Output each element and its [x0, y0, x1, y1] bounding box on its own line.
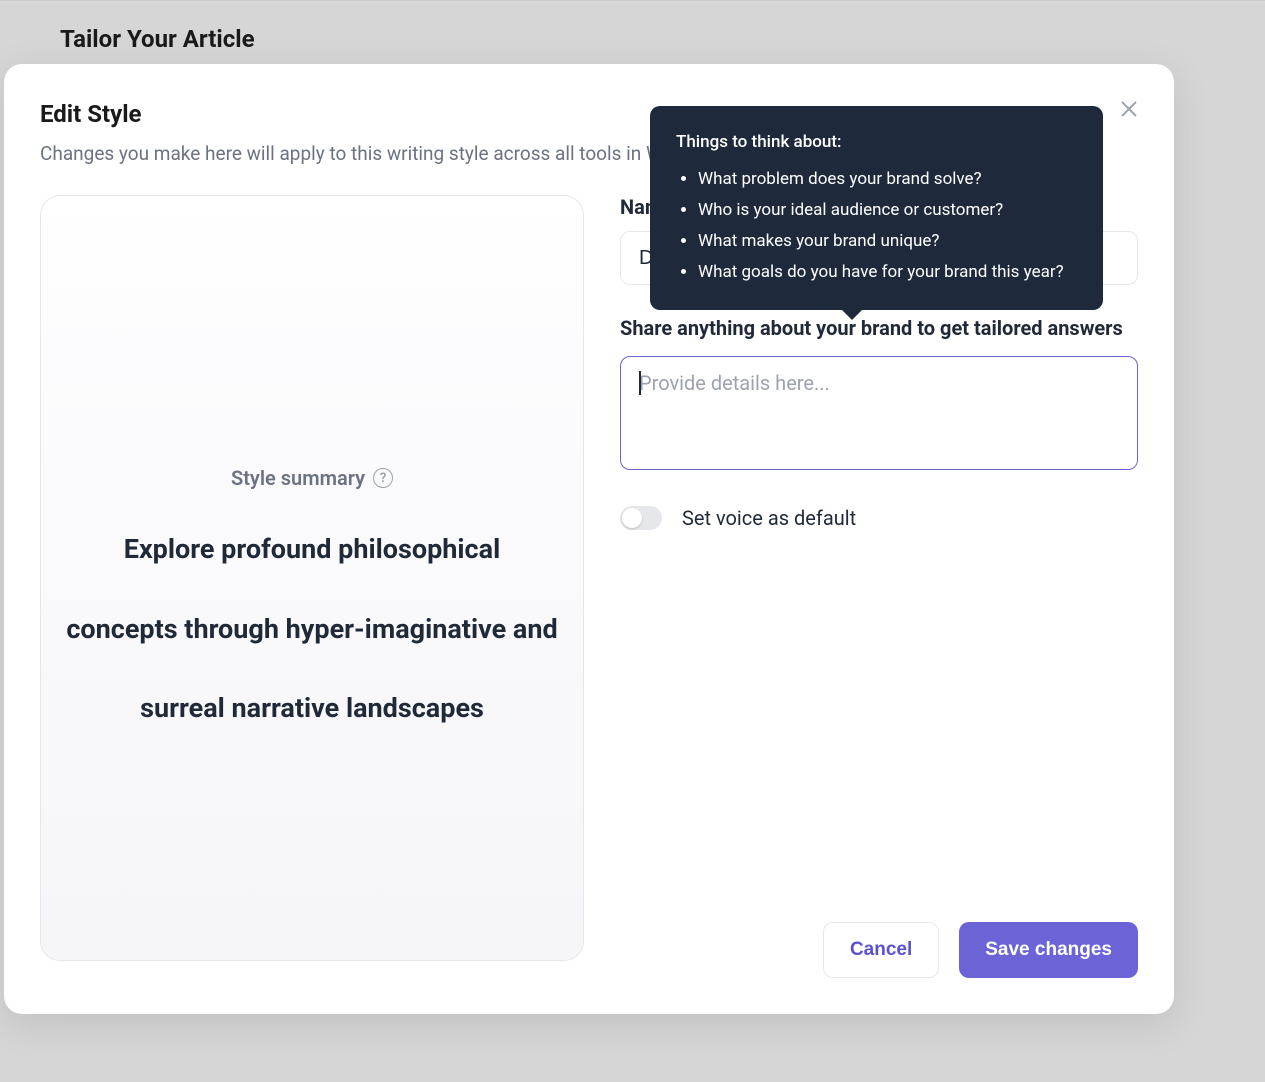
- tooltip-item: What makes your brand unique?: [698, 227, 1077, 256]
- details-field-label: Share anything about your brand to get t…: [620, 313, 1138, 344]
- text-cursor: [639, 371, 641, 395]
- tooltip-item: What problem does your brand solve?: [698, 165, 1077, 194]
- default-voice-toggle-label: Set voice as default: [682, 506, 856, 530]
- toggle-knob: [622, 508, 642, 528]
- modal-footer-buttons: Cancel Save changes: [823, 922, 1138, 978]
- close-button[interactable]: [1114, 94, 1144, 124]
- tooltip-pointer: [840, 308, 864, 320]
- details-textarea-wrap: [620, 356, 1138, 474]
- tooltip-item: Who is your ideal audience or customer?: [698, 196, 1077, 225]
- tooltip-list: What problem does your brand solve? Who …: [676, 165, 1077, 287]
- tooltip-item: What goals do you have for your brand th…: [698, 258, 1077, 287]
- background-page-title: Tailor Your Article: [60, 25, 255, 53]
- background-header: Tailor Your Article: [0, 0, 1265, 70]
- style-summary-label: Style summary: [231, 466, 365, 490]
- cancel-button[interactable]: Cancel: [823, 922, 939, 978]
- style-summary-label-row: Style summary ?: [231, 466, 393, 490]
- style-preview-panel: Style summary ? Explore profound philoso…: [40, 195, 584, 961]
- tooltip-title: Things to think about:: [676, 128, 1077, 157]
- help-icon[interactable]: ?: [373, 468, 393, 488]
- brand-details-textarea[interactable]: [620, 356, 1138, 470]
- style-summary-text: Explore profound philosophical concepts …: [41, 510, 583, 749]
- close-icon: [1118, 98, 1140, 120]
- save-changes-button[interactable]: Save changes: [959, 922, 1138, 978]
- brand-details-tooltip: Things to think about: What problem does…: [650, 106, 1103, 310]
- default-voice-toggle[interactable]: [620, 506, 662, 530]
- default-voice-toggle-row: Set voice as default: [620, 506, 1138, 530]
